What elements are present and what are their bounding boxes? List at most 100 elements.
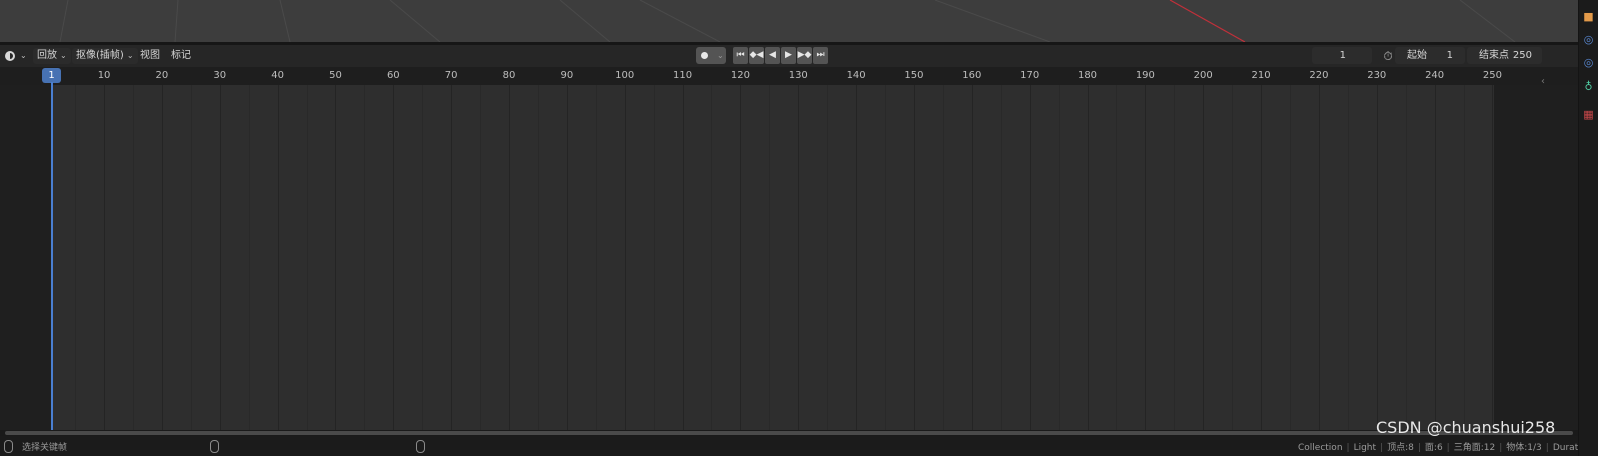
frame-gridline: [1087, 85, 1089, 430]
ruler-tick-label: 160: [962, 70, 982, 81]
frame-gridline: [132, 85, 134, 430]
ruler-tick-label: 40: [271, 70, 284, 81]
jump-to-start-icon[interactable]: ⏮: [733, 47, 748, 64]
frame-gridline: [769, 85, 771, 430]
modifier-icon[interactable]: ◎: [1582, 33, 1595, 46]
frame-gridline: [306, 85, 308, 430]
frame-gridline: [971, 85, 973, 430]
ruler-tick-label: 70: [444, 70, 458, 81]
chevron-down-icon: ⌄: [20, 51, 27, 60]
scrollbar-thumb[interactable]: [5, 431, 1573, 435]
ruler-tick-label: 80: [502, 70, 516, 81]
frame-gridline: [248, 85, 250, 430]
ruler-tick-label: 100: [615, 70, 635, 81]
ruler-tick-label: 180: [1077, 70, 1098, 81]
frame-gridline: [1405, 85, 1407, 430]
chevron-down-icon: ⌄: [60, 51, 67, 60]
frame-gridline: [624, 85, 626, 430]
ruler-tick-label: 110: [673, 70, 693, 81]
record-icon: [701, 52, 708, 59]
frame-gridline: [104, 85, 106, 430]
clock-icon: [5, 51, 15, 61]
jump-to-prev-keyframe-icon[interactable]: ◆◀: [749, 47, 764, 64]
menu-playback[interactable]: 回放 ⌄: [33, 48, 71, 64]
frame-gridline: [1174, 85, 1176, 430]
frame-gridline: [75, 85, 77, 430]
ruler-tick-label: 90: [560, 70, 574, 81]
viewport-grid: [59, 0, 1516, 42]
frame-gridline: [653, 85, 655, 430]
constraint-icon[interactable]: ◎: [1582, 56, 1595, 69]
object-icon[interactable]: ■: [1582, 10, 1595, 23]
timeline-track-area[interactable]: [0, 85, 1578, 430]
frame-gridline: [277, 85, 279, 430]
frame-gridline: [1289, 85, 1291, 430]
frame-start-field[interactable]: 起始 1: [1395, 47, 1465, 64]
3d-viewport[interactable]: [0, 0, 1578, 42]
frame-end-field[interactable]: 结束点 250: [1467, 47, 1542, 64]
ruler-tick-label: 240: [1425, 70, 1445, 81]
ruler-tick-label: 20: [155, 70, 169, 81]
frame-gridline: [1058, 85, 1060, 430]
frame-gridline: [1492, 85, 1494, 430]
menu-view[interactable]: 视图: [136, 48, 164, 64]
current-frame-field[interactable]: 1: [1312, 47, 1372, 64]
chevron-down-icon: ⌄: [717, 51, 724, 60]
frame-gridline: [364, 85, 366, 430]
frame-gridline: [1145, 85, 1147, 430]
chevron-left-icon[interactable]: ‹: [1541, 76, 1545, 87]
frame-gridline: [942, 85, 944, 430]
ruler-tick-label: 210: [1251, 70, 1271, 81]
ruler-tick-label: 50: [329, 70, 342, 81]
texture-icon[interactable]: ▦: [1582, 108, 1595, 121]
ruler-tick-label: 200: [1193, 70, 1213, 81]
menu-marker[interactable]: 标记: [167, 48, 195, 64]
frame-gridline: [335, 85, 337, 430]
play-reverse-icon[interactable]: ◀: [765, 47, 780, 64]
timeline-header: ⌄ 回放 ⌄ 抠像(插帧) ⌄ 视图 标记 ⌄ ⏮ ◆◀ ◀ ▶ ▶◆ ⏭ 1 ⏱ …: [0, 45, 1578, 67]
frame-gridline: [219, 85, 221, 430]
frame-gridline: [451, 85, 453, 430]
frame-gridline: [566, 85, 568, 430]
frame-gridline: [827, 85, 829, 430]
frame-gridline: [1463, 85, 1465, 430]
ruler-tick-label: 190: [1135, 70, 1155, 81]
frame-gridline: [161, 85, 163, 430]
editor-type-selector[interactable]: ⌄: [2, 48, 27, 64]
ruler-tick-label: 150: [904, 70, 924, 81]
frame-gridline: [1376, 85, 1378, 430]
frame-gridline: [682, 85, 684, 430]
ruler-tick-label: 250: [1482, 70, 1502, 81]
frame-gridline: [856, 85, 858, 430]
frame-gridline: [885, 85, 887, 430]
frame-gridline: [190, 85, 192, 430]
menu-keying[interactable]: 抠像(插帧) ⌄: [72, 48, 138, 64]
frame-gridline: [740, 85, 742, 430]
stopwatch-icon[interactable]: ⏱: [1380, 48, 1396, 64]
ruler-tick-label: 140: [846, 70, 866, 81]
ruler-tick-label: 130: [788, 70, 808, 81]
frame-range-region: [52, 85, 1494, 430]
frame-gridline: [1000, 85, 1002, 430]
frame-gridline: [537, 85, 539, 430]
frame-gridline: [422, 85, 424, 430]
frame-gridline: [480, 85, 482, 430]
auto-keying-toggle[interactable]: ⌄: [696, 47, 726, 64]
frame-gridline: [1116, 85, 1118, 430]
ruler-tick-label: 10: [97, 70, 111, 81]
frame-gridline: [393, 85, 395, 430]
jump-to-next-keyframe-icon[interactable]: ▶◆: [797, 47, 812, 64]
frame-gridline: [1261, 85, 1263, 430]
watermark: CSDN @chuanshui258: [1376, 418, 1556, 437]
jump-to-end-icon[interactable]: ⏭: [813, 47, 828, 64]
mouse-middle-icon: [210, 440, 219, 453]
current-frame-indicator[interactable]: 1: [42, 68, 61, 83]
play-icon[interactable]: ▶: [781, 47, 796, 64]
frame-ruler[interactable]: 1 10 20 30 40 50 60 70 80 90 100 110 120 130 140 150 16…: [0, 67, 1578, 85]
frame-gridline: [1232, 85, 1234, 430]
frame-gridline: [595, 85, 597, 430]
playhead[interactable]: [51, 82, 53, 431]
frame-gridline: [913, 85, 915, 430]
light-data-icon[interactable]: ♁: [1582, 80, 1595, 93]
ruler-tick-label: 220: [1309, 70, 1329, 81]
